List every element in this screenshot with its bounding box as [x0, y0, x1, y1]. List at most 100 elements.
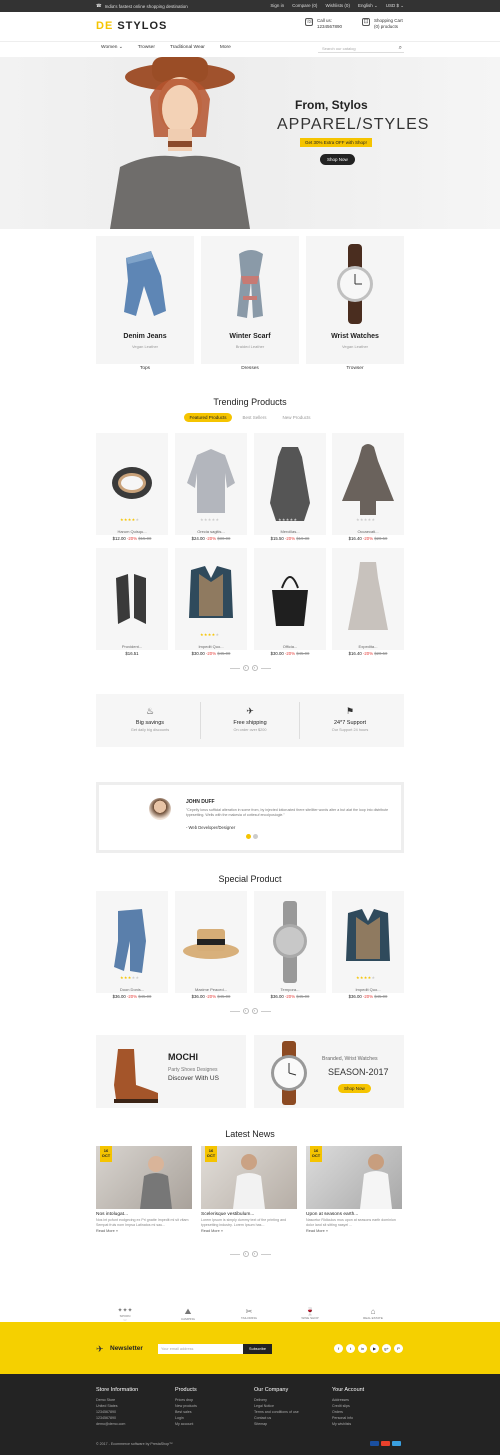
sign-in-link[interactable]: Sign in [270, 3, 284, 9]
product-name[interactable]: Officia... [254, 644, 326, 649]
mastercard-icon [381, 1441, 390, 1446]
read-more-link[interactable]: Read More » [96, 1229, 192, 1233]
read-more-link[interactable]: Read More » [201, 1229, 297, 1233]
rating-stars: ★★★★★ [120, 517, 140, 522]
category-card-denim[interactable]: Denim Jeans Vegan Leather [96, 236, 194, 364]
shopping-cart[interactable]: ⊡ Shopping Cart (0) products [362, 18, 403, 30]
youtube-icon[interactable]: ▶ [370, 1344, 379, 1353]
testimonial-name: JOHN DUFF [186, 799, 215, 805]
category-title: Winter Scarf [229, 333, 271, 340]
tab-new-products[interactable]: New Products [278, 413, 316, 422]
category-link-trowser[interactable]: Trowser [306, 366, 404, 371]
search-input[interactable]: Search our catalog ⌕ [318, 44, 404, 53]
prev-arrow-icon[interactable]: ‹ [242, 1251, 249, 1257]
product-card[interactable] [175, 891, 247, 993]
handbag-image [272, 576, 308, 626]
promo-banner-shoes[interactable]: MOCHI Party Shoes Designes Discover With… [96, 1035, 246, 1108]
news-image[interactable]: 16 OCT [96, 1146, 192, 1209]
banner-season: SEASON-2017 [328, 1067, 389, 1077]
product-name[interactable]: Orecia sagitis... [175, 529, 247, 534]
next-arrow-icon[interactable]: › [251, 1008, 258, 1014]
next-arrow-icon[interactable]: › [251, 1251, 258, 1257]
news-post-title[interactable]: Upon at seasons earth... [306, 1212, 402, 1217]
news-post[interactable]: 16 OCT Scelerisque vestibulum... Lorem Ip… [201, 1146, 297, 1233]
product-name[interactable]: Occaecati... [332, 529, 404, 534]
rocket-icon: ✈ [246, 706, 254, 716]
product-card[interactable] [332, 548, 404, 650]
product-card[interactable] [254, 891, 326, 993]
cart-icon: ⊡ [362, 18, 370, 26]
facebook-icon[interactable]: f [334, 1344, 343, 1353]
read-more-link[interactable]: Read More » [306, 1229, 402, 1233]
news-post-title[interactable]: Nos intolugat... [96, 1212, 192, 1217]
service-savings: ♨ Big savings Get daily big discounts [100, 694, 200, 732]
search-icon[interactable]: ⌕ [399, 45, 402, 52]
product-name[interactable]: Maxime Peaced... [175, 987, 247, 992]
nav-item-women[interactable]: Women ⌄ [101, 45, 123, 50]
news-post[interactable]: 16 OCT Upon at seasons earth... Nascetur … [306, 1146, 402, 1233]
shop-now-button[interactable]: Shop Now [320, 154, 355, 165]
news-post[interactable]: 16 OCT Nos intolugat... Nos int pcfunt eo… [96, 1146, 192, 1233]
tab-featured[interactable]: Featured Products [184, 413, 232, 422]
product-price: $16.40 -20% $20.50 [348, 651, 388, 656]
banner-sub: Discover With US [168, 1075, 219, 1082]
carousel-nav: ‹ › [0, 1251, 500, 1257]
support-icon: ⚑ [345, 706, 355, 716]
logo[interactable]: DE STYLOS [96, 20, 167, 32]
testimonial-pager [246, 834, 258, 839]
nav-item-trowser[interactable]: Trowser [138, 45, 155, 50]
category-card-scarf[interactable]: Winter Scarf Braided Leather [201, 236, 299, 364]
prev-arrow-icon[interactable]: ‹ [242, 1008, 249, 1014]
banner-shop-now-button[interactable]: Shop Now [338, 1084, 371, 1093]
subscribe-button[interactable]: Subscribe [243, 1344, 272, 1354]
watch-image [271, 1041, 307, 1105]
language-select[interactable]: English ⌄ [358, 3, 378, 9]
product-name[interactable]: Provident... [96, 644, 168, 649]
rating-stars: ★★★★★ [200, 632, 220, 637]
google-plus-icon[interactable]: g+ [382, 1344, 391, 1353]
nav-item-more[interactable]: More [220, 45, 231, 50]
next-arrow-icon[interactable]: › [251, 665, 258, 671]
paypal-icon [392, 1441, 401, 1446]
news-excerpt: Nascetur Ridiculus mus upon at seasons e… [306, 1218, 396, 1227]
linkedin-icon[interactable]: in [358, 1344, 367, 1353]
prev-arrow-icon[interactable]: ‹ [242, 665, 249, 671]
nav-item-traditional-wear[interactable]: Traditional Wear [170, 45, 205, 50]
compare-link[interactable]: Compare (0) [292, 3, 317, 9]
newsletter-bar: ✈ Newsletter Your email address Subscrib… [0, 1322, 500, 1374]
wishlist-link[interactable]: Wishlists (0) [325, 3, 350, 9]
services-bar: ♨ Big savings Get daily big discounts ✈ F… [96, 694, 404, 747]
tagline: India's fastest online shopping destinat… [104, 3, 188, 9]
footer: Store Information Demo Store United Stat… [0, 1374, 500, 1455]
product-name[interactable]: Expedita... [332, 644, 404, 649]
product-name[interactable]: Harum Quisqu... [96, 529, 168, 534]
testimonial-role: - Web Developer/Designer [186, 825, 236, 830]
product-card[interactable] [254, 548, 326, 650]
product-name[interactable]: Doon Donis... [96, 987, 168, 992]
category-link-tops[interactable]: Tops [96, 366, 194, 371]
newsletter-label: Newsletter [110, 1345, 143, 1352]
footer-products: Products Prices drop New products Best s… [175, 1387, 197, 1426]
special-title: Special Product [218, 874, 282, 884]
product-name[interactable]: Tempora... [254, 987, 326, 992]
category-link-dresses[interactable]: Dresses [201, 366, 299, 371]
category-title: Denim Jeans [123, 333, 167, 340]
category-card-watches[interactable]: Wrist Watches Vegan Leather [306, 236, 404, 364]
news-post-title[interactable]: Scelerisque vestibulum... [201, 1212, 297, 1217]
product-price: $16.51 [125, 651, 139, 656]
news-image[interactable]: 16 OCT [201, 1146, 297, 1209]
hero-model-image [110, 57, 250, 229]
product-name[interactable]: Impedit Quo... [175, 644, 247, 649]
product-name[interactable]: Impedit Quo... [332, 987, 404, 992]
footer-store-info: Store Information Demo Store United Stat… [96, 1387, 139, 1426]
news-image[interactable]: 16 OCT [306, 1146, 402, 1209]
tab-best-sellers[interactable]: Best Sellers [238, 413, 272, 422]
newsletter-email-input[interactable]: Your email address [158, 1344, 243, 1354]
twitter-icon[interactable]: t [346, 1344, 355, 1353]
promo-banner-watches[interactable]: Branded, Wrist Watches SEASON-2017 Shop … [254, 1035, 404, 1108]
currency-select[interactable]: USD $ ⌄ [386, 3, 404, 9]
trending-title: Trending Products [213, 397, 287, 407]
pinterest-icon[interactable]: P [394, 1344, 403, 1353]
product-card[interactable] [96, 548, 168, 650]
product-name[interactable]: Mercillas... [254, 529, 326, 534]
